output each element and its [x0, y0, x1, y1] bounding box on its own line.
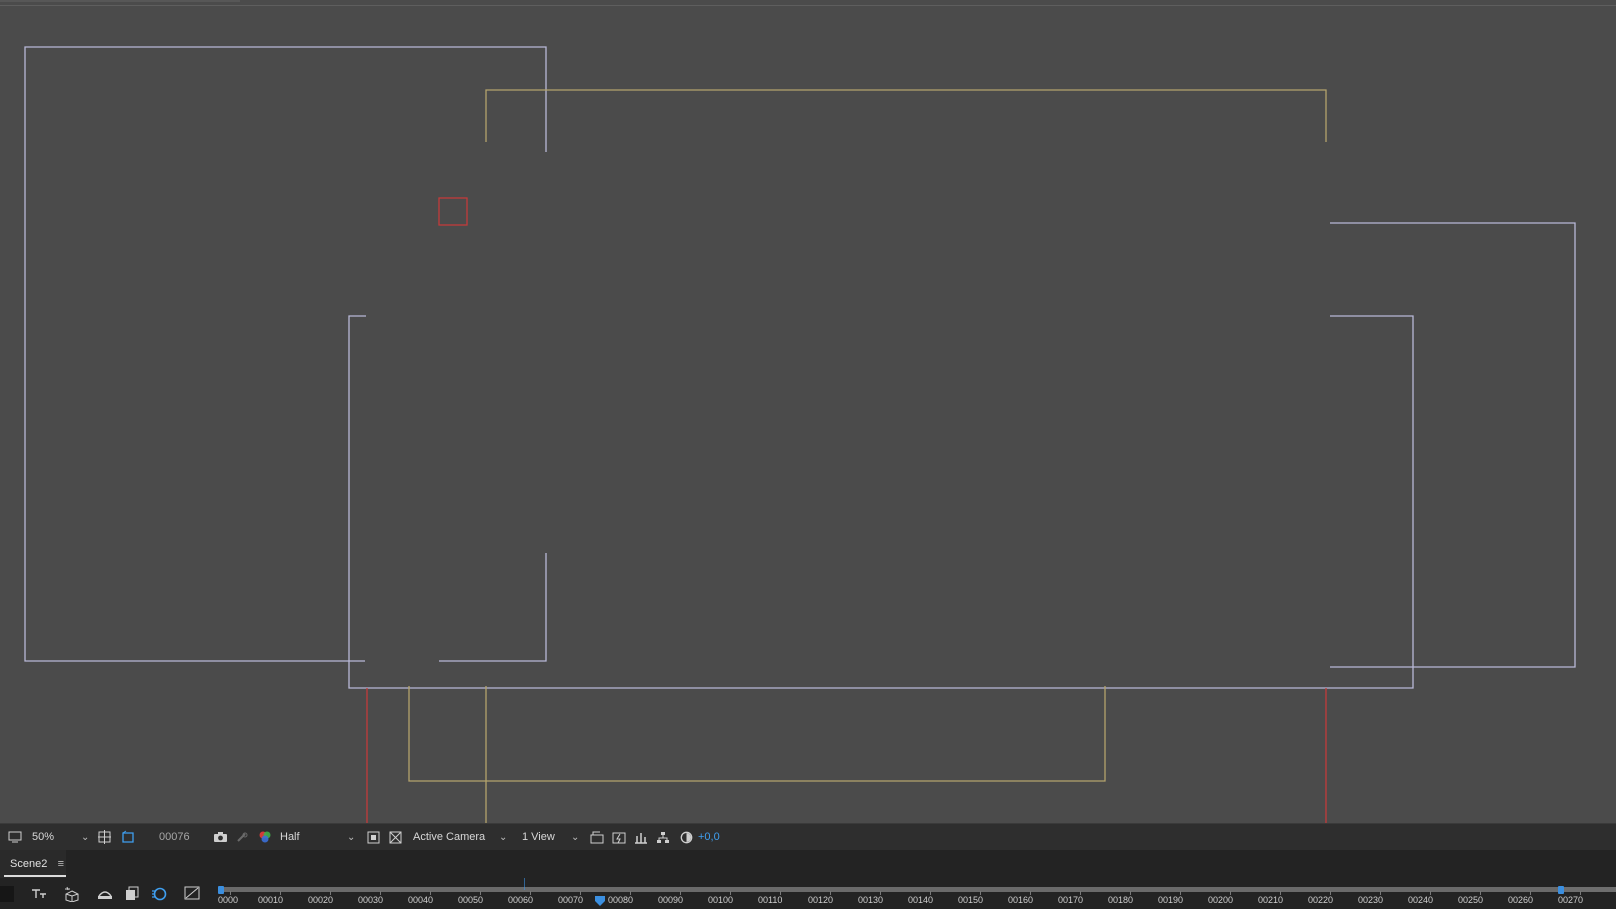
work-area-extension [1562, 887, 1616, 892]
ruler-label: 00270 [1558, 895, 1584, 905]
transparency-grid-icon[interactable] [389, 824, 402, 850]
rgb-channel-icon[interactable] [258, 824, 272, 850]
scene-wireframe[interactable] [0, 0, 1616, 823]
frame-blending-icon[interactable] [125, 886, 139, 906]
timeline-icon[interactable] [634, 824, 648, 850]
ruler-label: 00260 [1508, 895, 1534, 905]
ruler-label: 00070 [558, 895, 584, 905]
exposure-text: +0,0 [698, 831, 720, 843]
work-area-start-handle[interactable] [218, 886, 224, 894]
ruler-label: 00060 [508, 895, 534, 905]
chevron-down-icon[interactable]: ⌄ [571, 824, 579, 850]
draft-3d-icon[interactable] [64, 886, 80, 907]
chevron-down-icon[interactable]: ⌄ [347, 824, 355, 850]
resolution-dropdown[interactable]: Half [280, 824, 300, 850]
grid-guides-icon[interactable] [98, 824, 112, 850]
ruler-label: 00040 [408, 895, 434, 905]
ruler-label: 00250 [1458, 895, 1484, 905]
camera-frame-top[interactable] [485, 89, 1327, 142]
layer-outline-left[interactable] [24, 46, 547, 662]
motion-blur-icon[interactable] [151, 886, 167, 906]
selected-layer-marker[interactable] [438, 197, 468, 226]
ruler-label: 00130 [858, 895, 884, 905]
ruler-label: 0000 [218, 895, 239, 905]
ruler-label: 00030 [358, 895, 384, 905]
comp-mini-flowchart-icon[interactable] [31, 886, 47, 905]
current-frame-field[interactable]: 00076 [159, 824, 190, 850]
ruler-label: 00140 [908, 895, 934, 905]
ruler-label: 00090 [658, 895, 684, 905]
fast-previews-icon[interactable] [612, 824, 626, 850]
tab-label: Scene2 [10, 858, 48, 870]
camera-view-value: Active Camera [413, 831, 486, 843]
ruler-label: 00190 [1158, 895, 1184, 905]
reset-exposure-icon[interactable] [680, 824, 693, 850]
mask-visibility-icon[interactable] [121, 824, 135, 850]
ruler-label: 00050 [458, 895, 484, 905]
viewer-toolbar: 50% ⌄ 00076 Half ⌄ Active Camera ⌄ 1 Vie… [0, 823, 1616, 850]
ruler-label: 00080 [608, 895, 634, 905]
layer-outline-center[interactable] [348, 315, 1414, 689]
ruler-label: 00100 [708, 895, 734, 905]
composition-viewer[interactable] [0, 0, 1616, 823]
resolution-value: Half [280, 831, 300, 843]
magnification-dropdown[interactable]: 50% [32, 824, 54, 850]
work-area-bar[interactable] [222, 887, 1562, 892]
graph-editor-icon[interactable] [184, 886, 200, 905]
ruler-label: 00160 [1008, 895, 1034, 905]
camera-view-dropdown[interactable]: Active Camera [413, 824, 485, 850]
active-tab-underline [4, 875, 66, 877]
exposure-value[interactable]: +0,0 [698, 824, 720, 850]
pixel-aspect-icon[interactable] [590, 824, 604, 850]
shy-layers-icon[interactable] [97, 886, 113, 905]
magnification-value: 50% [32, 831, 55, 843]
time-ruler[interactable]: 0000 00010 00020 00030 00040 00050 00060 00070 0… [218, 878, 1616, 909]
ruler-label: 00020 [308, 895, 334, 905]
flowchart-icon[interactable] [656, 824, 670, 850]
view-layout-dropdown[interactable]: 1 View [522, 824, 555, 850]
panel-menu-icon[interactable]: ≡ [58, 858, 64, 870]
timecode-swatch [0, 886, 14, 902]
current-time-marker-line [524, 878, 525, 890]
tab-scene2[interactable]: Scene2 ≡ [0, 850, 66, 878]
ruler-label: 00200 [1208, 895, 1234, 905]
show-snapshot-icon[interactable] [236, 824, 248, 850]
monitor-icon[interactable] [8, 824, 22, 850]
chevron-down-icon[interactable]: ⌄ [499, 824, 507, 850]
timeline-tab-bar: Scene2 ≡ [0, 850, 1616, 878]
ruler-label: 00220 [1308, 895, 1334, 905]
ruler-label: 00170 [1058, 895, 1084, 905]
current-frame-value: 00076 [159, 831, 190, 843]
camera-frame-bottom[interactable] [408, 686, 1106, 782]
layer-outline-right[interactable] [1330, 222, 1576, 668]
ruler-label: 00120 [808, 895, 834, 905]
camera-snapshot-icon[interactable] [213, 824, 228, 850]
ruler-label: 00110 [758, 895, 783, 905]
playhead-icon[interactable] [595, 896, 605, 906]
ruler-label: 00180 [1108, 895, 1134, 905]
ruler-label: 00010 [258, 895, 284, 905]
work-area-end-handle[interactable] [1558, 886, 1564, 894]
view-layout-value: 1 View [522, 831, 555, 843]
ruler-label: 00230 [1358, 895, 1384, 905]
timeline-panel: 0000 00010 00020 00030 00040 00050 00060 00070 0… [0, 878, 1616, 909]
region-of-interest-icon[interactable] [367, 824, 380, 850]
chevron-down-icon[interactable]: ⌄ [81, 824, 89, 850]
ruler-label: 00210 [1258, 895, 1284, 905]
ruler-label: 00240 [1408, 895, 1434, 905]
ruler-label: 00150 [958, 895, 984, 905]
layer-outline-left-bottom[interactable] [439, 553, 547, 662]
